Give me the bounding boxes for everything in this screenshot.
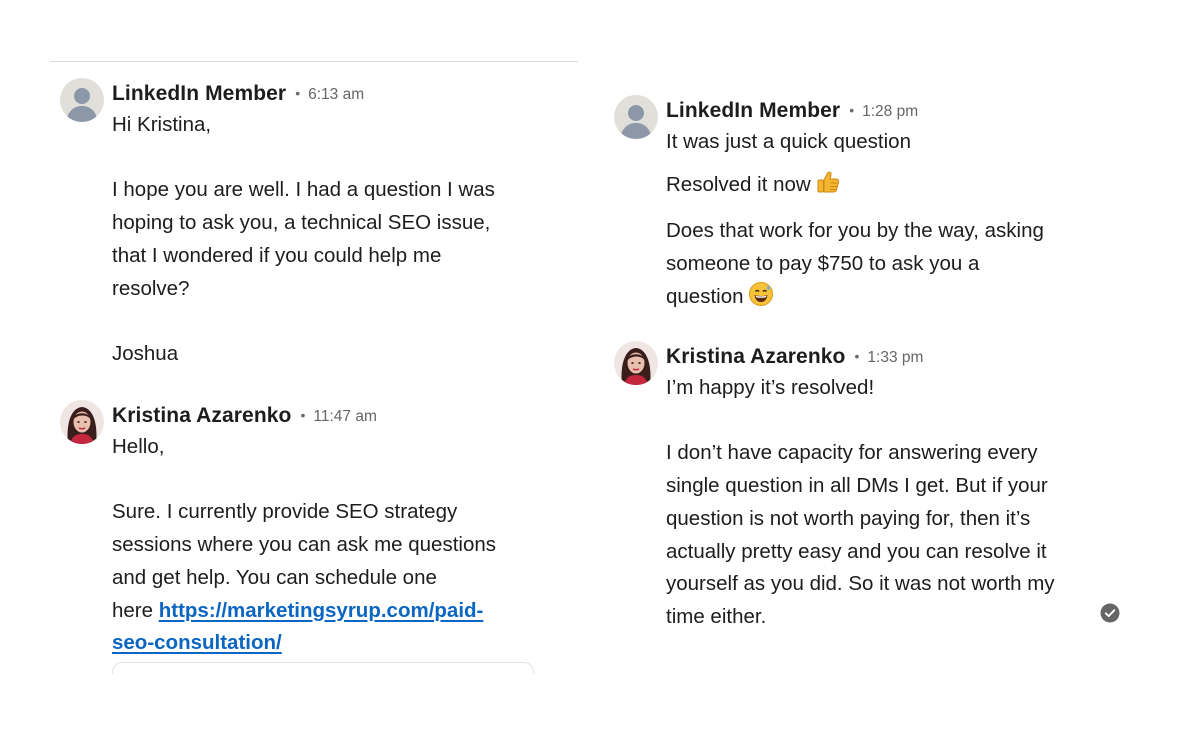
message-link-line: here https://marketingsyrup.com/paid- (112, 595, 568, 628)
message-line: Hello, (112, 435, 165, 458)
message-time: 1:28 pm (862, 103, 919, 120)
message-line: hoping to ask you, a technical SEO issue… (112, 211, 491, 235)
message-line: single question in all DMs I get. But if… (666, 474, 1048, 498)
message-line: I hope you are well. I had a question I … (112, 178, 495, 202)
sender-name[interactable]: LinkedIn Member (112, 82, 286, 105)
right-conversation-panel: LinkedIn Member • 1:28 pm It was just a qu… (604, 0, 1144, 742)
separator-dot: • (854, 348, 860, 364)
separator-dot: • (295, 85, 301, 101)
message-line: actually pretty easy and you can resolve… (666, 539, 1047, 563)
message-line: that I wondered if you could help me (112, 243, 442, 267)
left-conversation-panel: LinkedIn Member • 6:13 am Hi Kristina, I h… (50, 0, 578, 742)
message-body: It was just a quick question Resolved it… (666, 126, 1134, 318)
message-header: Kristina Azarenko • 1:33 pm (666, 342, 923, 373)
message-line: sessions where you can ask me questions (112, 533, 497, 557)
kristina-avatar[interactable] (60, 400, 104, 444)
message-signature: Joshua (112, 341, 179, 365)
message-line: It was just a quick question (666, 130, 911, 153)
sender-name[interactable]: Kristina Azarenko (112, 404, 291, 427)
sender-name[interactable]: LinkedIn Member (666, 99, 840, 122)
message-line: I’m happy it’s resolved! (666, 376, 875, 399)
message-line: Sure. I currently provide SEO strategy (112, 500, 458, 524)
message-link-line: seo-consultation/ (112, 627, 568, 660)
message-header: Kristina Azarenko • 11:47 am (112, 401, 377, 432)
message-time: 11:47 am (313, 408, 377, 425)
link-prefix: here (112, 598, 159, 622)
message-text: Resolved it now (666, 172, 811, 196)
message-body: I’m happy it’s resolved! I don’t have ca… (666, 372, 1134, 634)
message-header: LinkedIn Member • 1:28 pm (666, 96, 918, 127)
message-line: someone to pay $750 to ask you a (666, 252, 980, 276)
consultation-link[interactable]: https://marketingsyrup.com/paid- (159, 599, 484, 622)
message-text: question (666, 284, 744, 308)
message-header: LinkedIn Member • 6:13 am (112, 79, 364, 110)
message-line: Hi Kristina, (112, 113, 212, 136)
divider (50, 61, 578, 62)
separator-dot: • (300, 407, 306, 423)
sender-name[interactable]: Kristina Azarenko (666, 345, 845, 368)
separator-dot: • (849, 102, 855, 118)
message-line: Resolved it now (666, 169, 1134, 206)
message-line: I don’t have capacity for answering ever… (666, 441, 1038, 465)
default-avatar-icon[interactable] (614, 95, 658, 139)
message-line: Does that work for you by the way, askin… (666, 219, 1044, 243)
consultation-link-continued[interactable]: seo-consultation/ (112, 631, 282, 654)
message-line: time either. (666, 604, 767, 628)
message-line: question (666, 281, 1134, 318)
message-line: and get help. You can schedule one (112, 565, 437, 589)
grinning-sweat-emoji-icon (748, 281, 774, 318)
check-circle-icon (1100, 603, 1120, 623)
message-time: 1:33 pm (867, 349, 924, 366)
message-line: yourself as you did. So it was not worth… (666, 572, 1055, 596)
message-time: 6:13 am (308, 86, 365, 103)
message-line: resolve? (112, 276, 190, 300)
message-line: question is not worth paying for, then i… (666, 506, 1031, 530)
message-body: Hello, Sure. I currently provide SEO str… (112, 431, 568, 660)
default-avatar-icon[interactable] (60, 78, 104, 122)
message-body: Hi Kristina, I hope you are well. I had … (112, 109, 568, 371)
thumbs-up-emoji-icon (815, 169, 841, 206)
kristina-avatar[interactable] (614, 341, 658, 385)
